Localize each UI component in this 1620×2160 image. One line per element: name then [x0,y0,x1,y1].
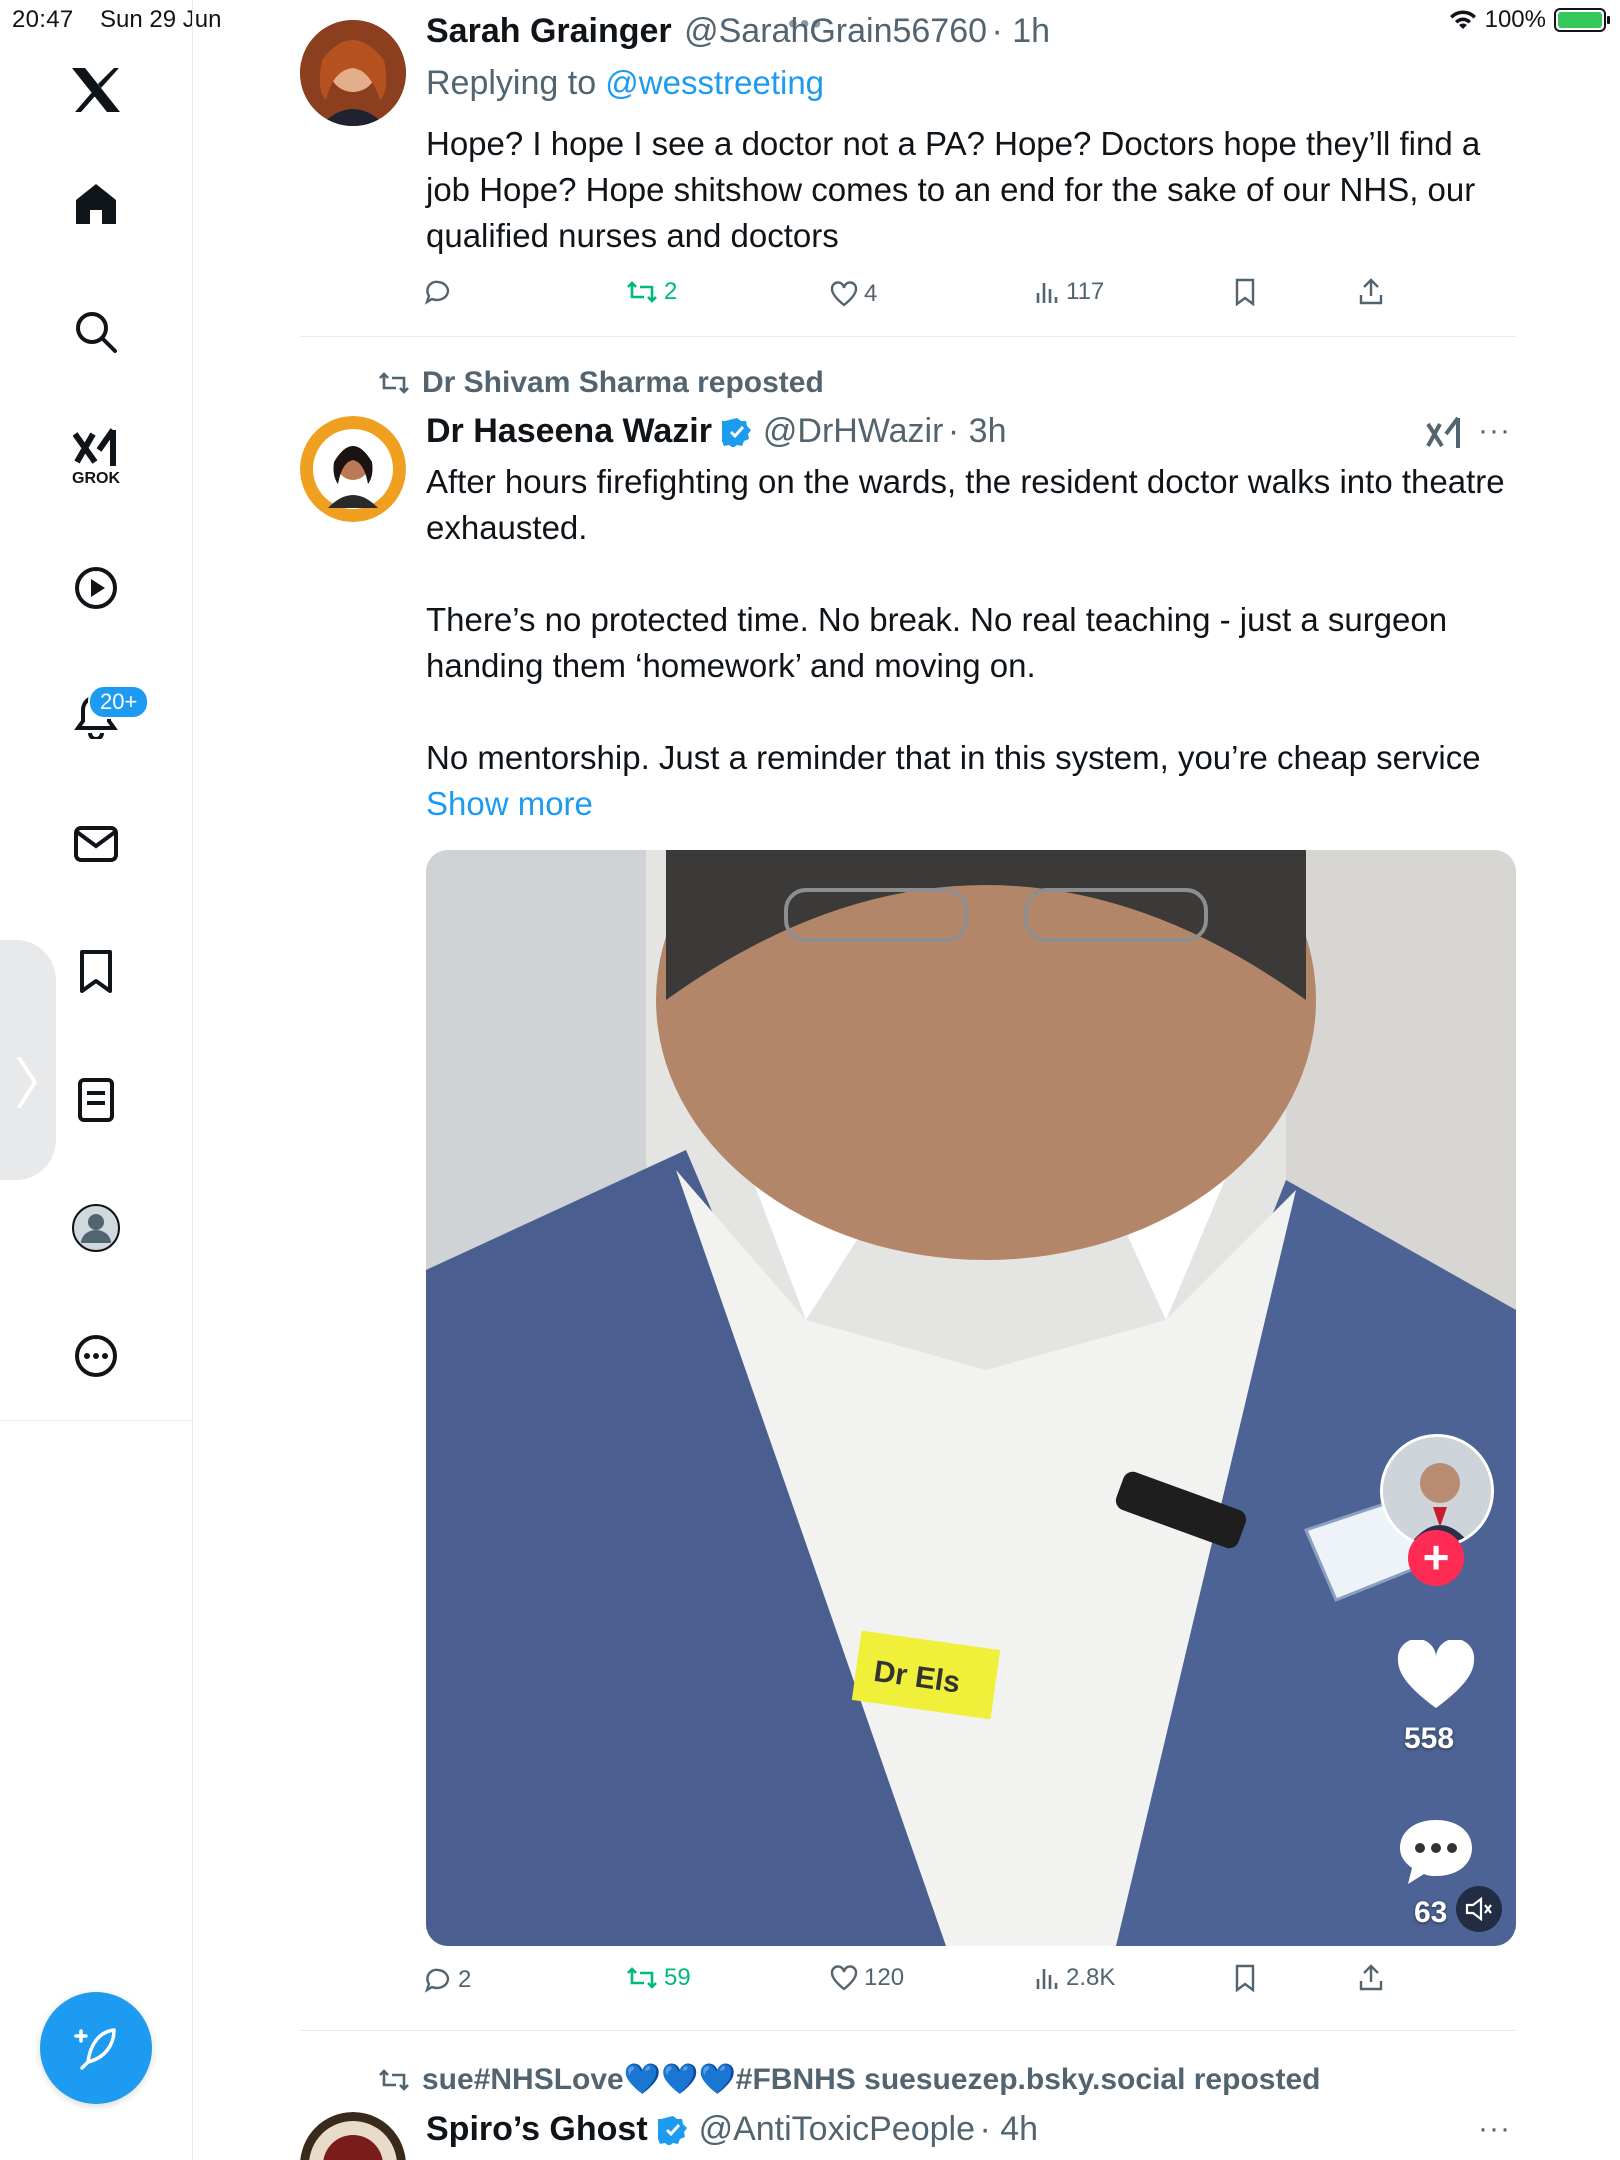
reposted-by: Dr Shivam Sharma reposted [422,366,824,399]
post-more-icon[interactable]: ··· [1478,2112,1511,2146]
views-button[interactable]: 117 [1034,278,1104,306]
repost-count: 59 [664,1964,691,1991]
views-icon [1036,283,1058,303]
video-comment-icon [1400,1820,1472,1884]
speaker-muted-icon [1465,1896,1492,1922]
share-button[interactable] [1358,278,1384,306]
repost-icon [627,1967,657,1989]
views-count: 2.8K [1066,1964,1116,1991]
author-name[interactable]: Sarah Grainger [426,12,672,50]
post-more-icon[interactable]: ··· [1478,414,1511,448]
avatar[interactable] [300,416,406,522]
bookmark-button[interactable] [1234,1964,1256,1992]
reposted-by: sue#NHSLove💙💙💙#FBNHS suesuezep.bsky.soci… [422,2063,1321,2096]
post-paragraph: No mentorship. Just a reminder that in t… [426,739,1481,776]
notifications-badge: 20+ [88,685,150,719]
views-button[interactable]: 2.8K [1034,1964,1115,1992]
show-more-link[interactable]: Show more [426,785,593,822]
wifi-icon [1449,10,1476,29]
share-button[interactable] [1358,1964,1384,1992]
avatar[interactable] [300,2112,406,2160]
reply-button[interactable]: 2 [424,1966,471,1994]
battery-percent: 100% [1484,6,1546,33]
repost-button[interactable]: 59 [626,1964,691,1992]
grok-icon[interactable]: GROK [58,420,134,496]
messages-icon[interactable] [58,806,134,882]
video-heart-icon [1397,1638,1475,1708]
replying-to-label: Replying to [426,64,597,102]
author-name[interactable]: Spiro’s Ghost [426,2110,648,2148]
video-like-button[interactable] [1396,1638,1476,1717]
author-handle[interactable]: @DrHWazir [763,412,944,450]
verified-badge-icon [722,418,752,447]
like-count: 4 [864,280,878,307]
author-handle[interactable]: @AntiToxicPeople [699,2110,975,2148]
repost-icon [379,372,409,394]
sidebar-divider [0,1420,193,1421]
follow-creator-button[interactable]: + [1408,1530,1464,1586]
more-icon[interactable] [58,1318,134,1394]
compose-feather-icon [74,2028,116,2070]
video-comment-count: 63 [1414,1896,1448,1929]
heart-icon [830,281,858,307]
post-paragraph: There’s no protected time. No break. No … [426,601,1448,684]
mute-button[interactable] [1456,1886,1502,1932]
reply-count: 2 [458,1966,472,1993]
bookmark-icon [1235,1964,1255,1992]
video-player[interactable]: Dr Els + 558 63 [426,850,1516,1946]
repost-context[interactable]: Dr Shivam Sharma reposted [378,366,824,400]
repost-icon [379,2068,409,2091]
repost-count: 2 [664,278,678,305]
video-icon[interactable] [58,550,134,626]
post-text: Hope? I hope I see a doctor not a PA? Ho… [426,125,1481,254]
like-button[interactable]: 4 [830,280,877,308]
repost-button[interactable]: 2 [626,278,677,306]
reply-button[interactable] [424,278,452,306]
post-divider [300,2030,1516,2031]
home-icon[interactable] [58,166,134,242]
post-paragraph: After hours firefighting on the wards, t… [426,463,1505,546]
verified-badge-icon [658,2116,688,2145]
share-icon [1359,278,1383,305]
x-logo-icon[interactable] [58,52,134,128]
post-time[interactable]: · 3h [948,412,1007,450]
author-name[interactable]: Dr Haseena Wazir [426,412,712,450]
like-button[interactable]: 120 [830,1964,904,1992]
video-frame: Dr Els [426,850,1516,1946]
views-icon [1036,1969,1058,1989]
views-count: 117 [1066,278,1105,305]
profile-icon[interactable] [58,1190,134,1266]
post-time[interactable]: · 4h [979,2110,1038,2148]
bookmark-icon [1235,278,1255,306]
reply-icon [424,1968,450,1993]
author-handle[interactable]: @SarahGrain56760 [684,12,987,50]
grok-post-icon[interactable] [1426,416,1462,457]
like-count: 120 [864,1964,905,1991]
post-time[interactable]: · 1h [992,12,1051,50]
search-icon[interactable] [58,294,134,370]
compose-button[interactable] [40,1992,152,2104]
video-like-count: 558 [1404,1722,1455,1755]
replying-to-link[interactable]: @wesstreeting [605,64,824,101]
bookmark-button[interactable] [1234,278,1256,306]
chevron-right-icon: 〉 [14,1053,70,1116]
heart-icon [830,1965,858,1991]
repost-context[interactable]: sue#NHSLove💙💙💙#FBNHS suesuezep.bsky.soci… [378,2062,1320,2097]
share-icon [1359,1964,1383,1991]
reply-icon [424,280,450,305]
post-divider [300,336,1516,337]
video-comment-button[interactable] [1396,1816,1476,1893]
battery-icon [1554,8,1610,32]
avatar[interactable] [300,20,406,126]
bookmarks-icon[interactable] [58,934,134,1010]
repost-icon [627,281,657,303]
grok-label: GROK [72,470,120,487]
